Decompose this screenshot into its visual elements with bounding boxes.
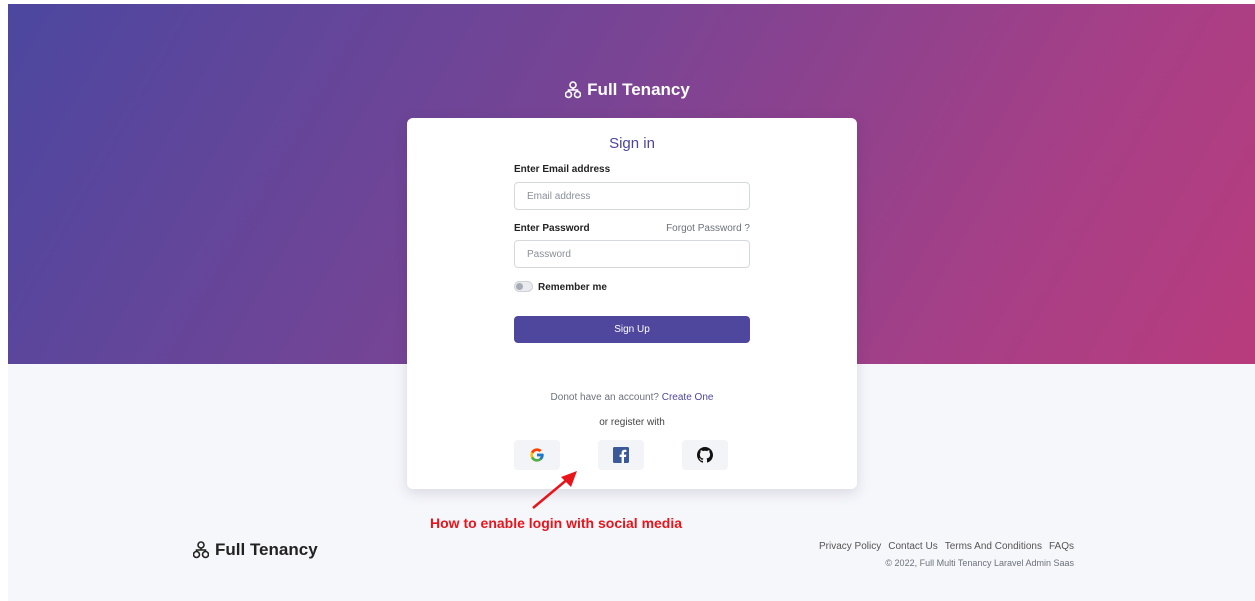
password-input[interactable] <box>514 240 750 268</box>
facebook-icon <box>613 447 629 463</box>
no-account-prefix: Donot have an account? <box>550 392 659 403</box>
footer-link-terms[interactable]: Terms And Conditions <box>945 541 1042 552</box>
email-label: Enter Email address <box>514 164 611 175</box>
remember-me-toggle[interactable] <box>514 281 533 292</box>
annotation-text: How to enable login with social media <box>430 515 683 531</box>
network-nodes-icon <box>565 81 582 99</box>
copyright-text: © 2022, Full Multi Tenancy Laravel Admin… <box>885 558 1074 568</box>
signin-card: Sign in Enter Email address Enter Passwo… <box>407 118 857 489</box>
sign-up-button[interactable]: Sign Up <box>514 316 750 343</box>
brand-name: Full Tenancy <box>587 80 690 99</box>
footer-brand-name: Full Tenancy <box>215 540 318 559</box>
no-account-text: Donot have an account? Create One <box>407 392 857 403</box>
email-input[interactable] <box>514 182 750 210</box>
google-icon <box>530 448 544 462</box>
annotation-arrow-icon <box>532 471 577 509</box>
footer-link-contact[interactable]: Contact Us <box>888 541 937 552</box>
signin-title: Sign in <box>609 135 655 152</box>
footer-link-privacy[interactable]: Privacy Policy <box>819 541 881 552</box>
create-account-link[interactable]: Create One <box>662 392 714 403</box>
google-login-button[interactable] <box>514 440 560 470</box>
password-label: Enter Password <box>514 223 590 234</box>
forgot-password-link[interactable]: Forgot Password ? <box>666 223 750 234</box>
network-nodes-icon <box>193 541 209 559</box>
github-icon <box>697 447 713 463</box>
github-login-button[interactable] <box>682 440 728 470</box>
header-brand[interactable]: Full Tenancy <box>0 80 1255 100</box>
footer-brand[interactable]: Full Tenancy <box>193 540 318 560</box>
facebook-login-button[interactable] <box>598 440 644 470</box>
footer-links: Privacy Policy Contact Us Terms And Cond… <box>819 541 1074 552</box>
or-register-text: or register with <box>599 417 665 428</box>
remember-me-label: Remember me <box>538 282 607 293</box>
toggle-knob <box>516 283 523 290</box>
footer-link-faqs[interactable]: FAQs <box>1049 541 1074 552</box>
